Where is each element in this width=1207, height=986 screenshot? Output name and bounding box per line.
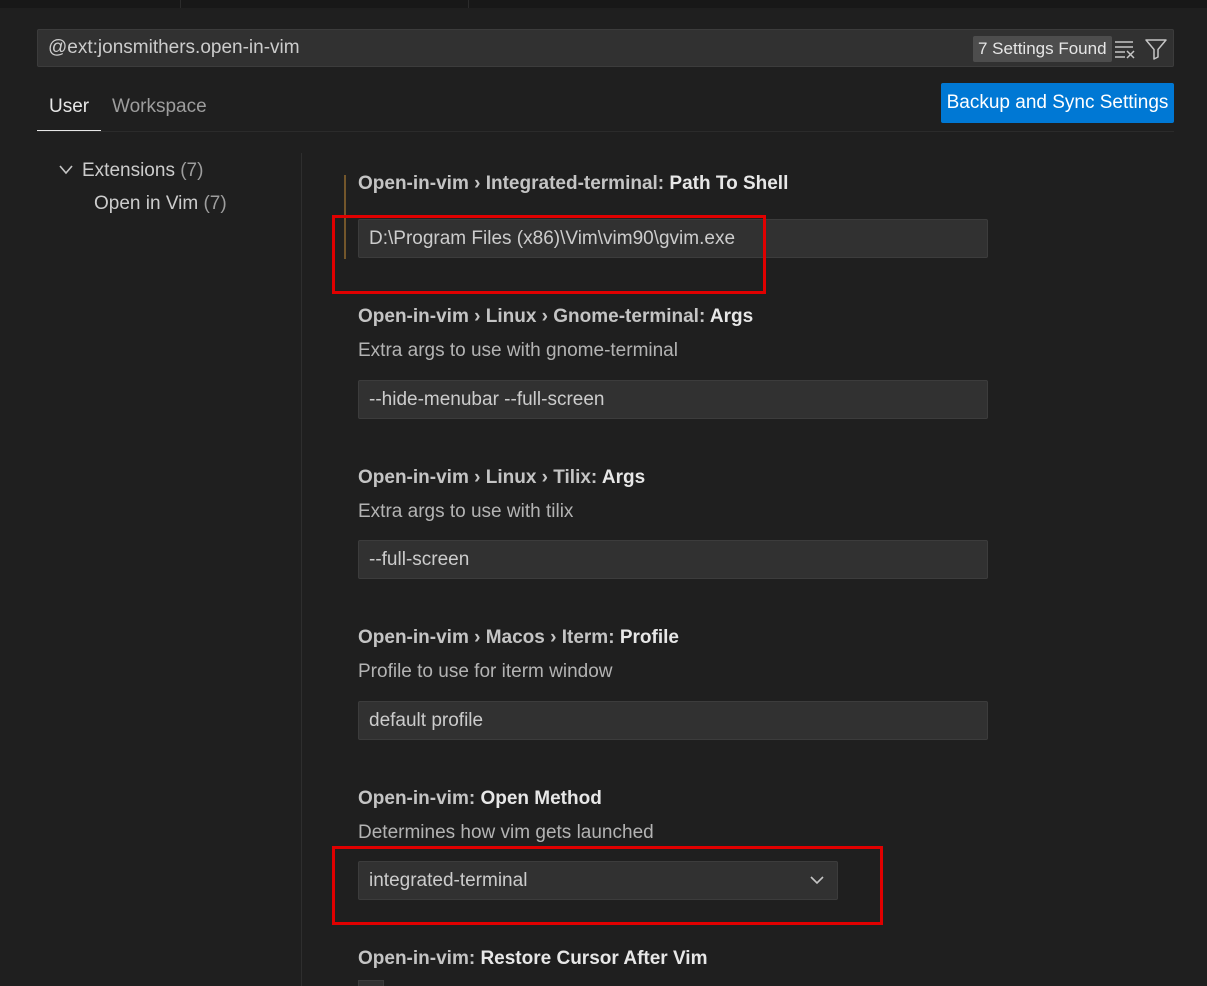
setting-key: Open Method [480, 788, 602, 809]
toc-extensions-text: Extensions [82, 160, 175, 181]
tab-separator [180, 0, 181, 8]
chevron-down-icon [59, 165, 73, 175]
setting-restore-cursor: Open-in-vim: Restore Cursor After Vim [358, 948, 707, 970]
toc-divider [301, 153, 302, 986]
toc-extensions-label: Extensions (7) [82, 158, 203, 184]
setting-key: Args [601, 467, 646, 488]
setting-key: Args [709, 306, 754, 327]
toc-open-in-vim-item[interactable]: Open in Vim (7) [94, 191, 227, 217]
backup-sync-button[interactable]: Backup and Sync Settings [941, 83, 1174, 123]
setting-description: Determines how vim gets launched [358, 822, 654, 843]
setting-gnome-args: Open-in-vim › Linux › Gnome-terminal: Ar… [358, 306, 753, 362]
setting-tilix-args: Open-in-vim › Linux › Tilix: Args Extra … [358, 467, 645, 523]
setting-description: Extra args to use with gnome-terminal [358, 340, 678, 361]
toc-extensions-count: (7) [180, 160, 204, 181]
toc-child-count: (7) [203, 193, 227, 214]
clear-filter-icon[interactable] [1113, 38, 1137, 60]
setting-category: Open-in-vim › Macos › Iterm: [358, 627, 620, 648]
settings-search-input[interactable] [48, 30, 948, 66]
setting-description: Extra args to use with tilix [358, 501, 574, 522]
settings-found-badge: 7 Settings Found [973, 36, 1112, 62]
editor-tab-strip [0, 0, 1207, 8]
tabs-divider [37, 131, 1174, 132]
highlight-box [332, 846, 883, 925]
gnome-args-input[interactable]: --hide-menubar --full-screen [358, 380, 988, 419]
tab-separator [468, 0, 469, 8]
iterm-profile-input[interactable]: default profile [358, 701, 988, 740]
setting-category: Open-in-vim: [358, 788, 481, 809]
tab-workspace[interactable]: Workspace [112, 90, 207, 131]
highlight-box [332, 215, 766, 294]
toc-child-text: Open in Vim [94, 193, 199, 214]
setting-title: Open-in-vim: Restore Cursor After Vim [358, 948, 707, 970]
tab-user[interactable]: User [37, 90, 102, 131]
setting-iterm-profile: Open-in-vim › Macos › Iterm: Profile Pro… [358, 627, 679, 683]
setting-key: Profile [619, 627, 679, 648]
setting-title: Open-in-vim › Integrated-terminal: Path … [358, 173, 788, 195]
setting-description: Profile to use for iterm window [358, 661, 613, 682]
setting-path-to-shell: Open-in-vim › Integrated-terminal: Path … [358, 173, 788, 195]
setting-key: Restore Cursor After Vim [480, 948, 708, 969]
setting-category: Open-in-vim › Linux › Gnome-terminal: [358, 306, 710, 327]
setting-key: Path To Shell [669, 173, 789, 194]
tilix-args-input[interactable]: --full-screen [358, 540, 988, 579]
setting-category: Open-in-vim › Integrated-terminal: [358, 173, 670, 194]
filter-icon[interactable] [1144, 37, 1168, 61]
setting-title: Open-in-vim › Macos › Iterm: Profile [358, 627, 679, 649]
setting-category: Open-in-vim: [358, 948, 481, 969]
restore-cursor-checkbox[interactable] [358, 980, 384, 986]
setting-open-method: Open-in-vim: Open Method Determines how … [358, 788, 654, 844]
settings-search-box[interactable]: 7 Settings Found [37, 29, 1174, 67]
setting-title: Open-in-vim › Linux › Tilix: Args [358, 467, 645, 489]
setting-category: Open-in-vim › Linux › Tilix: [358, 467, 602, 488]
setting-title: Open-in-vim: Open Method [358, 788, 654, 810]
setting-title: Open-in-vim › Linux › Gnome-terminal: Ar… [358, 306, 753, 328]
